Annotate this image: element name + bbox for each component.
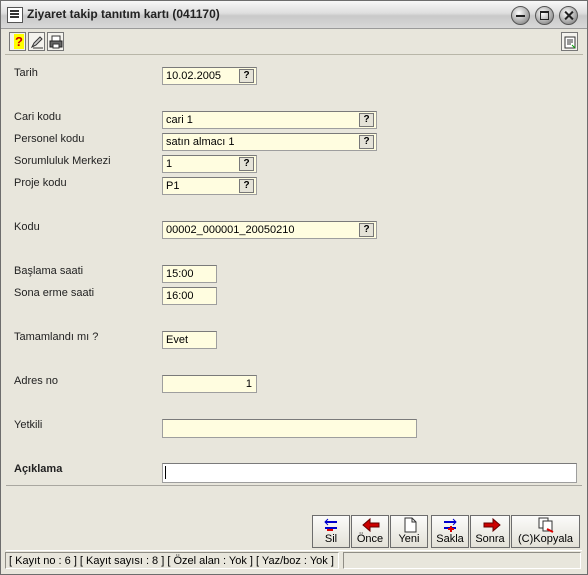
kopyala-button[interactable]: (C)Kopyala [511, 515, 580, 548]
once-label: Önce [356, 533, 384, 545]
help-icon: ? [14, 34, 24, 49]
tarih-value: 10.02.2005 [166, 70, 222, 82]
maximize-button[interactable] [535, 6, 554, 25]
title-bar[interactable]: Ziyaret takip tanıtım kartı (041170) [1, 1, 587, 29]
text-caret [165, 466, 166, 479]
new-document-icon [404, 517, 417, 533]
app-icon [7, 7, 23, 23]
sakla-label: Sakla [436, 533, 464, 545]
baslama-saati-field[interactable]: 15:00 [162, 265, 217, 283]
sorumluluk-merkezi-field[interactable]: 1 ? [162, 155, 257, 173]
button-panel: Sil Önce Yeni Sakla Sonra (C)Kopyala [6, 485, 582, 551]
print-icon [49, 35, 63, 49]
sil-button[interactable]: Sil [312, 515, 350, 548]
form-area: Tarih 10.02.2005 ? Cari kodu cari 1 ? Pe… [1, 55, 587, 485]
refresh-button[interactable] [561, 32, 578, 51]
copy-icon [538, 517, 554, 533]
aciklama-field[interactable] [162, 463, 577, 483]
cari-kodu-label: Cari kodu [14, 111, 62, 123]
yetkili-label: Yetkili [14, 419, 43, 431]
kodu-value: 00002_000001_20050210 [166, 224, 295, 236]
kopyala-label: (C)Kopyala [517, 533, 574, 545]
baslama-saati-value: 15:00 [166, 268, 194, 280]
proje-kodu-lookup-button[interactable]: ? [239, 179, 254, 193]
tarih-label: Tarih [14, 67, 38, 79]
personel-kodu-label: Personel kodu [14, 133, 85, 145]
adres-no-field[interactable]: 1 [162, 375, 257, 393]
window-title: Ziyaret takip tanıtım kartı (041170) [27, 7, 220, 21]
aciklama-label: Açıklama [14, 463, 63, 475]
status-panel [343, 552, 581, 569]
tamamlandi-value: Evet [166, 334, 189, 346]
baslama-saati-label: Başlama saati [14, 265, 84, 277]
sonra-button[interactable]: Sonra [470, 515, 510, 548]
save-icon [444, 518, 457, 532]
sorumluluk-merkezi-value: 1 [166, 158, 173, 170]
cari-kodu-value: cari 1 [166, 114, 193, 126]
close-button[interactable] [559, 6, 578, 25]
minimize-icon [516, 15, 525, 17]
toolbar: ? [5, 30, 583, 55]
status-bar: [ Kayıt no : 6 ] [ Kayıt sayısı : 8 ] [ … [5, 551, 583, 571]
arrow-right-icon [483, 517, 501, 533]
sorumluluk-merkezi-lookup-button[interactable]: ? [239, 157, 254, 171]
yeni-label: Yeni [398, 533, 420, 545]
edit-button[interactable] [28, 32, 45, 51]
proje-kodu-field[interactable]: P1 ? [162, 177, 257, 195]
yeni-button[interactable]: Yeni [390, 515, 428, 548]
sonra-label: Sonra [475, 533, 505, 545]
cari-kodu-lookup-button[interactable]: ? [359, 113, 374, 127]
tamamlandi-field[interactable]: Evet [162, 331, 217, 349]
sorumluluk-merkezi-label: Sorumluluk Merkezi [14, 155, 111, 167]
personel-kodu-lookup-button[interactable]: ? [359, 135, 374, 149]
window-controls [475, 1, 587, 28]
sona-erme-saati-field[interactable]: 16:00 [162, 287, 217, 305]
sona-erme-saati-value: 16:00 [166, 290, 194, 302]
delete-icon [324, 518, 337, 531]
tamamlandi-label: Tamamlandı mı ? [14, 331, 99, 343]
refresh-icon [564, 36, 576, 49]
adres-no-label: Adres no [14, 375, 59, 387]
print-button[interactable] [47, 32, 64, 51]
cari-kodu-field[interactable]: cari 1 ? [162, 111, 377, 129]
kodu-field[interactable]: 00002_000001_20050210 ? [162, 221, 377, 239]
maximize-icon [540, 11, 549, 20]
window: Ziyaret takip tanıtım kartı (041170) ? T… [0, 0, 588, 575]
arrow-left-icon [362, 517, 380, 533]
kodu-lookup-button[interactable]: ? [359, 223, 374, 237]
sakla-button[interactable]: Sakla [431, 515, 469, 548]
proje-kodu-label: Proje kodu [14, 177, 67, 189]
tarih-lookup-button[interactable]: ? [239, 69, 254, 83]
help-button[interactable]: ? [9, 32, 26, 51]
sil-label: Sil [324, 533, 338, 545]
adres-no-value: 1 [245, 378, 252, 390]
minimize-button[interactable] [511, 6, 530, 25]
yetkili-field[interactable] [162, 419, 417, 438]
edit-icon [30, 36, 43, 49]
kodu-label: Kodu [14, 221, 40, 233]
personel-kodu-value: satın almacı 1 [166, 136, 235, 148]
proje-kodu-value: P1 [166, 180, 180, 192]
status-text: [ Kayıt no : 6 ] [ Kayıt sayısı : 8 ] [ … [5, 552, 339, 569]
once-button[interactable]: Önce [351, 515, 389, 548]
sona-erme-saati-label: Sona erme saati [14, 287, 95, 299]
personel-kodu-field[interactable]: satın almacı 1 ? [162, 133, 377, 151]
tarih-field[interactable]: 10.02.2005 ? [162, 67, 257, 85]
